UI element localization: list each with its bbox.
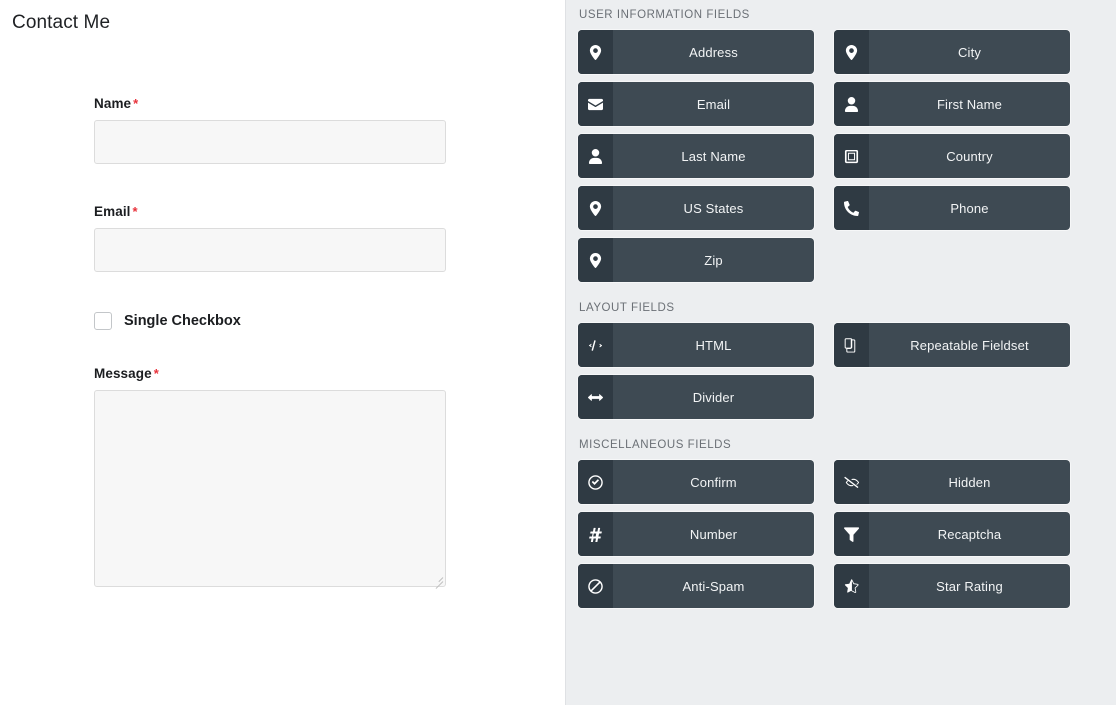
check-circle-icon — [578, 460, 613, 504]
copy-icon — [834, 323, 869, 367]
single-checkbox-input[interactable] — [94, 312, 112, 330]
field-button-number[interactable]: Number — [578, 512, 814, 556]
field-button-label: Recaptcha — [937, 526, 1002, 542]
field-button-label: Country — [946, 148, 993, 164]
code-icon — [578, 323, 613, 367]
field-button-label: Hidden — [948, 474, 991, 490]
form-field-message: Message * — [94, 366, 446, 589]
star-half-icon — [834, 564, 869, 608]
field-button-label: First Name — [936, 96, 1003, 112]
form-field-name: Name * — [94, 96, 446, 164]
fields-palette-pane: USER INFORMATION FIELDS Address City Ema… — [565, 0, 1116, 705]
ban-icon — [578, 564, 613, 608]
field-button-anti-spam[interactable]: Anti-Spam — [578, 564, 814, 608]
field-button-label: Confirm — [690, 474, 737, 490]
field-button-label: Zip — [704, 252, 723, 268]
name-label-text: Name — [94, 96, 132, 111]
user-icon — [578, 134, 613, 178]
field-button-first-name[interactable]: First Name — [834, 82, 1070, 126]
field-button-label: Last Name — [681, 148, 746, 164]
section-title-miscellaneous: MISCELLANEOUS FIELDS — [579, 439, 732, 451]
field-button-city[interactable]: City — [834, 30, 1070, 74]
field-button-label: Phone — [950, 200, 989, 216]
field-button-hidden[interactable]: Hidden — [834, 460, 1070, 504]
map-pin-icon — [578, 238, 613, 282]
field-button-us-states[interactable]: US States — [578, 186, 814, 230]
field-button-email[interactable]: Email — [578, 82, 814, 126]
page-title: Contact Me — [12, 12, 111, 33]
single-checkbox-label: Single Checkbox — [124, 313, 241, 329]
map-pin-icon — [578, 186, 613, 230]
section-title-user-information: USER INFORMATION FIELDS — [579, 9, 750, 21]
user-information-fields-grid: Address City Email First Name Last Name — [578, 30, 1104, 282]
field-button-html[interactable]: HTML — [578, 323, 814, 367]
section-layout-fields: LAYOUT FIELDS HTML Repeatable Fieldset D… — [578, 302, 1104, 419]
name-input[interactable] — [94, 120, 446, 164]
field-button-zip[interactable]: Zip — [578, 238, 814, 282]
envelope-icon — [578, 82, 613, 126]
field-button-label: HTML — [695, 337, 732, 353]
form-field-single-checkbox: Single Checkbox — [94, 312, 446, 330]
name-field-label: Name * — [94, 96, 446, 111]
required-asterisk: * — [133, 96, 139, 111]
map-pin-icon — [834, 30, 869, 74]
hashtag-icon — [578, 512, 613, 556]
field-button-country[interactable]: Country — [834, 134, 1070, 178]
field-button-label: Anti-Spam — [682, 578, 745, 594]
field-button-label: Divider — [692, 389, 735, 405]
message-label-text: Message — [94, 366, 152, 381]
map-pin-icon — [578, 30, 613, 74]
field-button-divider[interactable]: Divider — [578, 375, 814, 419]
field-button-label: City — [958, 44, 981, 60]
filter-icon — [834, 512, 869, 556]
message-textarea-wrapper — [94, 390, 446, 589]
field-button-label: Number — [689, 526, 738, 542]
required-asterisk: * — [132, 204, 138, 219]
field-button-last-name[interactable]: Last Name — [578, 134, 814, 178]
form-fields-container: Name * Email * Single Checkbox Message * — [94, 96, 446, 627]
field-button-phone[interactable]: Phone — [834, 186, 1070, 230]
required-asterisk: * — [153, 366, 159, 381]
message-textarea[interactable] — [94, 390, 446, 587]
form-field-email: Email * — [94, 204, 446, 272]
section-miscellaneous-fields: MISCELLANEOUS FIELDS Confirm Hidden Numb… — [578, 439, 1104, 608]
flag-square-icon — [834, 134, 869, 178]
field-button-label: Address — [689, 44, 738, 60]
arrows-left-right-icon — [578, 375, 613, 419]
email-input[interactable] — [94, 228, 446, 272]
field-button-label: US States — [683, 200, 744, 216]
layout-fields-grid: HTML Repeatable Fieldset Divider — [578, 323, 1104, 419]
field-button-label: Email — [696, 96, 731, 112]
phone-icon — [834, 186, 869, 230]
field-button-label: Star Rating — [936, 578, 1003, 594]
field-button-confirm[interactable]: Confirm — [578, 460, 814, 504]
eye-slash-icon — [834, 460, 869, 504]
field-button-star-rating[interactable]: Star Rating — [834, 564, 1070, 608]
field-button-address[interactable]: Address — [578, 30, 814, 74]
message-field-label: Message * — [94, 366, 446, 381]
builder-screen: Contact Me Name * Email * Single Checkbo… — [0, 0, 1116, 705]
section-title-layout: LAYOUT FIELDS — [579, 302, 675, 314]
single-checkbox-row[interactable]: Single Checkbox — [94, 312, 446, 330]
email-field-label: Email * — [94, 204, 446, 219]
form-preview-pane: Contact Me Name * Email * Single Checkbo… — [0, 0, 565, 705]
email-label-text: Email — [94, 204, 131, 219]
field-button-label: Repeatable Fieldset — [910, 337, 1029, 353]
section-user-information-fields: USER INFORMATION FIELDS Address City Ema… — [578, 9, 1104, 282]
miscellaneous-fields-grid: Confirm Hidden Number Recaptcha Anti-Spa — [578, 460, 1104, 608]
field-button-repeatable-fieldset[interactable]: Repeatable Fieldset — [834, 323, 1070, 367]
user-icon — [834, 82, 869, 126]
field-button-recaptcha[interactable]: Recaptcha — [834, 512, 1070, 556]
